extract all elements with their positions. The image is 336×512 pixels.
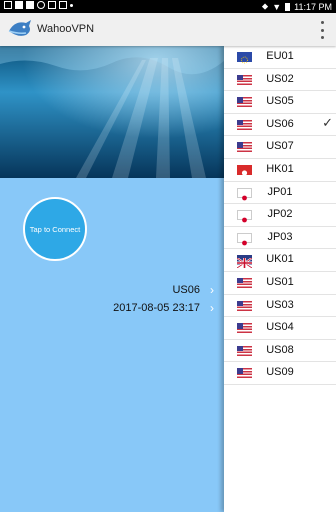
app-bar: WahooVPN	[0, 13, 336, 46]
server-name: US07	[266, 140, 294, 153]
server-name: HK01	[266, 162, 294, 175]
status-bar: ⬥ ▼ 11:17 PM	[0, 0, 336, 13]
expiry-row[interactable]: 2017-08-05 23:17 ›	[113, 300, 214, 316]
server-item-jp01[interactable]: JP01	[224, 182, 336, 205]
chevron-right-icon: ›	[210, 283, 214, 297]
mail-icon	[59, 1, 67, 9]
server-name: US01	[266, 275, 294, 288]
server-item-us06[interactable]: US06 ✓	[224, 114, 336, 137]
main-panel: Tap to Connect US06 › 2017-08-05 23:17 ›	[0, 46, 224, 512]
server-name: US04	[266, 321, 294, 334]
overflow-menu-icon[interactable]	[318, 21, 326, 39]
server-item-us02[interactable]: US02	[224, 69, 336, 92]
server-name: UK01	[266, 253, 294, 266]
notification-icons	[4, 1, 73, 9]
facebook-icon	[26, 1, 34, 9]
server-name: JP03	[267, 230, 293, 243]
server-item-jp02[interactable]: JP02	[224, 204, 336, 227]
server-name: US08	[266, 343, 294, 356]
server-name: US03	[266, 298, 294, 311]
server-item-eu01[interactable]: EU01	[224, 46, 336, 69]
ocean-banner-image	[0, 46, 224, 178]
connect-button-label: Tap to Connect	[29, 224, 81, 234]
server-name: EU01	[266, 50, 294, 62]
server-list: EU01 US02 US05 US06 ✓ US07 HK01 JP01 JP02 JP03 UK0…	[224, 46, 336, 385]
server-name: US06	[266, 117, 294, 130]
server-name: US05	[266, 95, 294, 108]
server-item-us01[interactable]: US01	[224, 272, 336, 295]
wifi-icon: ▼	[272, 1, 282, 12]
selected-server-label: US06	[172, 284, 200, 296]
server-item-us09[interactable]: US09	[224, 362, 336, 385]
server-name: JP01	[267, 185, 293, 198]
checkmark-icon: ✓	[322, 114, 333, 130]
server-name: US02	[266, 72, 294, 85]
image-icon	[4, 1, 12, 9]
server-item-uk01[interactable]: UK01	[224, 249, 336, 272]
server-selector-row[interactable]: US06 ›	[172, 282, 214, 298]
mail-icon	[48, 1, 56, 9]
battery-icon	[285, 2, 291, 11]
server-name: JP02	[267, 208, 293, 221]
location-icon: ⬥	[261, 1, 269, 11]
more-notifications-icon	[70, 3, 73, 7]
expiry-date-label: 2017-08-05 23:17	[113, 302, 200, 314]
server-item-hk01[interactable]: HK01	[224, 159, 336, 182]
clock: 11:17 PM	[294, 1, 332, 12]
server-name: US09	[266, 366, 294, 379]
server-item-us05[interactable]: US05	[224, 91, 336, 114]
server-item-us04[interactable]: US04	[224, 317, 336, 340]
wahoo-fish-logo-icon	[8, 20, 31, 36]
connect-button[interactable]: Tap to Connect	[23, 197, 87, 261]
server-item-jp03[interactable]: JP03	[224, 227, 336, 250]
server-list-drawer: EU01 US02 US05 US06 ✓ US07 HK01 JP01 JP02 JP03 UK0…	[224, 46, 336, 512]
block-icon	[37, 1, 45, 9]
server-item-us03[interactable]: US03	[224, 295, 336, 318]
server-item-us08[interactable]: US08	[224, 340, 336, 363]
chevron-right-icon: ›	[210, 301, 214, 315]
app-title: WahooVPN	[37, 23, 95, 35]
server-item-us07[interactable]: US07	[224, 136, 336, 159]
facebook-icon	[15, 1, 23, 9]
